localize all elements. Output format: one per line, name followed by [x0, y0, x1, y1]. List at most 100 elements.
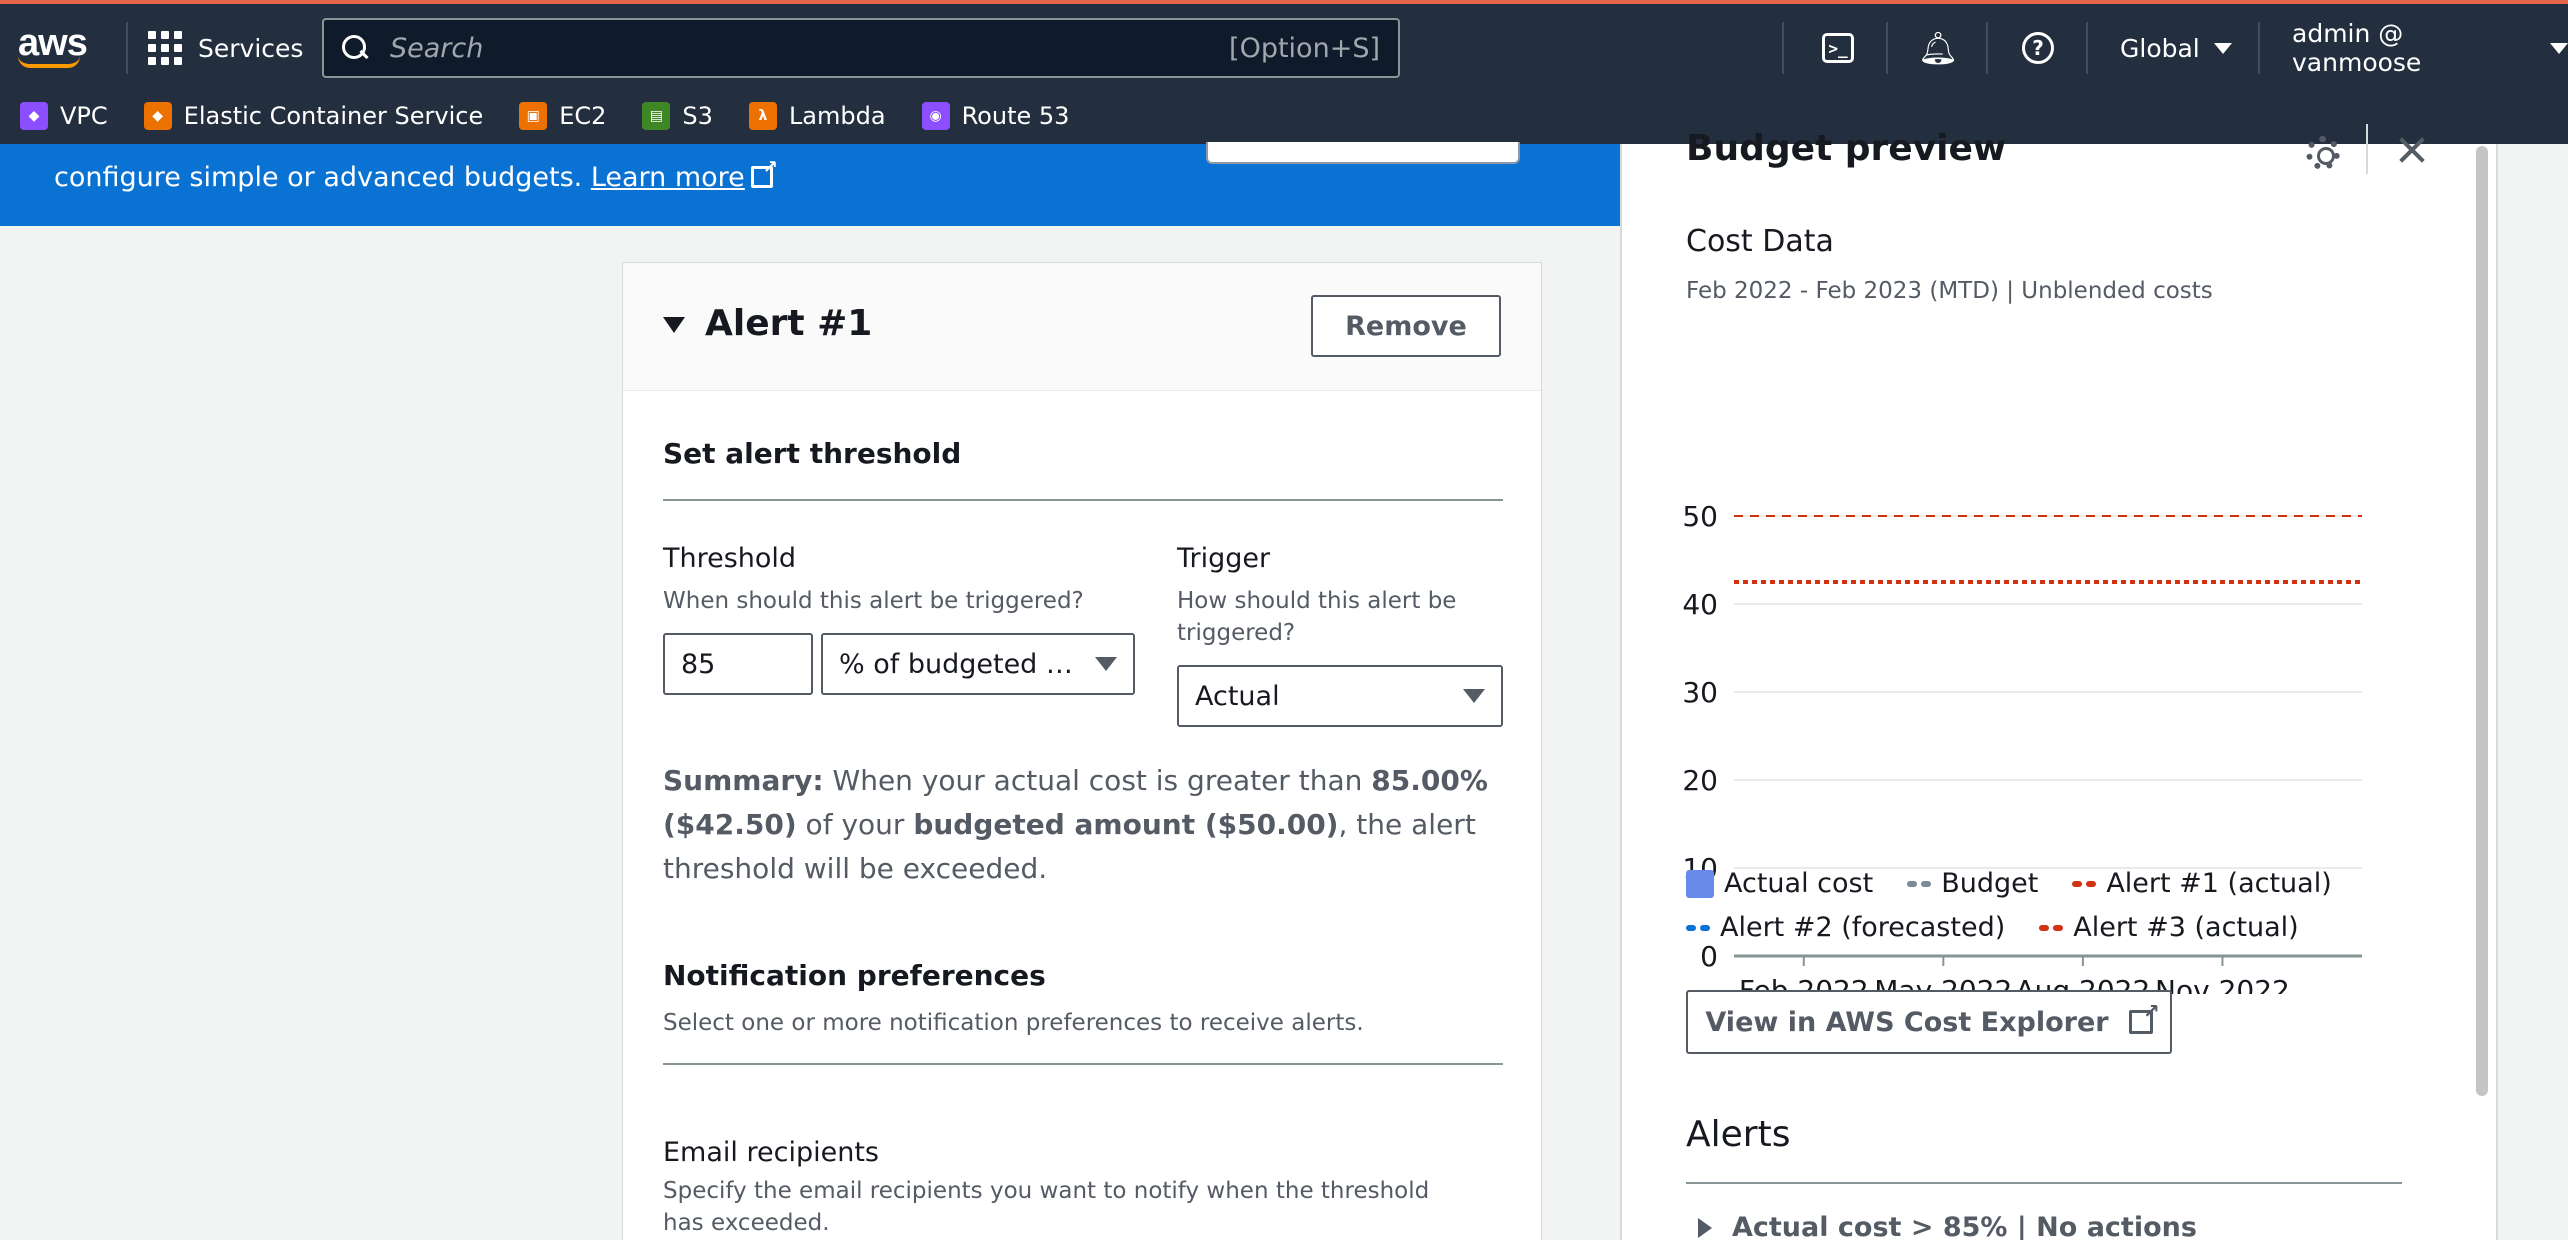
caret-down-icon: [1463, 689, 1485, 703]
vpc-icon: ◆: [20, 102, 48, 130]
account-label: admin @ vanmoose: [2292, 19, 2422, 77]
banner-input-edge[interactable]: [1206, 142, 1520, 164]
summary-label: Summary:: [663, 764, 824, 797]
threshold-description: When should this alert be triggered?: [663, 588, 1084, 614]
caret-down-icon: [1095, 657, 1117, 671]
favorite-vpc[interactable]: ◆ VPC: [20, 102, 108, 130]
banner-text: configure simple or advanced budgets. Le…: [54, 157, 778, 193]
favorite-label: S3: [682, 102, 713, 130]
ecs-icon: ◆: [143, 102, 172, 130]
caret-right-icon: [1698, 1217, 1712, 1238]
top-navigation: aws Services [Option+S] >_ 🔔︎ ? Global a…: [0, 0, 2568, 88]
search-shortcut-hint: [Option+S]: [1229, 32, 1380, 64]
legend-swatch: [2072, 880, 2097, 887]
favorite-label: Lambda: [788, 102, 886, 130]
cost-data-subtitle: Feb 2022 - Feb 2023 (MTD) | Unblended co…: [1686, 278, 2213, 304]
favorite-lambda[interactable]: λ Lambda: [748, 102, 886, 130]
legend-item-alert-3[interactable]: Alert #3 (actual): [2039, 912, 2299, 943]
ec2-icon: ▣: [519, 102, 548, 130]
lambda-icon: λ: [748, 102, 777, 130]
favorite-label: VPC: [60, 102, 108, 130]
legend-swatch: [1907, 880, 1932, 887]
remove-button[interactable]: Remove: [1311, 295, 1501, 357]
panel-scrollbar-thumb[interactable]: [2476, 146, 2488, 1096]
legend-item-alert-2[interactable]: Alert #2 (forecasted): [1686, 912, 2005, 943]
nav-divider: [2086, 22, 2088, 74]
alert-card-header: Alert #1 Remove: [623, 263, 1541, 391]
legend-label: Alert #1 (actual): [2106, 868, 2332, 899]
cloudshell-button[interactable]: >_: [1818, 28, 1858, 68]
email-recipients-description: Specify the email recipients you want to…: [663, 1178, 1430, 1236]
legend-item-actual-cost[interactable]: Actual cost: [1686, 868, 1873, 899]
trigger-description: How should this alert be triggered?: [1177, 588, 1457, 646]
search-bar[interactable]: [Option+S]: [322, 18, 1400, 78]
services-label: Services: [198, 33, 304, 63]
legend-swatch: [1686, 924, 1710, 931]
summary-text: of your: [796, 808, 914, 841]
nav-divider: [1886, 22, 1888, 74]
chart-legend-row-2: Alert #2 (forecasted) Alert #3 (actual): [1686, 912, 2299, 943]
alert-summary-row[interactable]: Actual cost > 85% | No actions: [1686, 1212, 2197, 1240]
threshold-section-title: Set alert threshold: [663, 437, 962, 470]
account-menu[interactable]: admin @ vanmoose: [2292, 19, 2568, 77]
gear-icon[interactable]: [2306, 136, 2340, 170]
favorite-s3[interactable]: ▤ S3: [642, 102, 713, 130]
nav-divider: [126, 22, 128, 74]
aws-logo-smile: [18, 56, 80, 68]
services-menu-button[interactable]: Services: [148, 26, 303, 70]
threshold-summary: Summary: When your actual cost is greate…: [663, 759, 1523, 891]
favorite-label: Route 53: [961, 102, 1070, 130]
trigger-label: Trigger: [1177, 543, 1271, 574]
threshold-unit-select[interactable]: % of budgeted …: [821, 633, 1135, 695]
summary-budget: budgeted amount ($50.00): [913, 808, 1339, 841]
help-button[interactable]: ?: [2018, 28, 2058, 68]
help-icon: ?: [2022, 32, 2054, 64]
grid-icon: [148, 31, 182, 65]
section-divider: [663, 1063, 1503, 1065]
y-tick-label: 50: [1682, 500, 1718, 533]
favorite-ec2[interactable]: ▣ EC2: [519, 102, 606, 130]
section-divider: [1686, 1182, 2402, 1184]
cost-data-title: Cost Data: [1686, 224, 1834, 259]
nav-divider: [1986, 22, 1988, 74]
y-tick-label: 30: [1682, 676, 1718, 709]
cloudshell-icon: >_: [1822, 33, 1854, 63]
search-input[interactable]: [390, 32, 1230, 64]
region-selector[interactable]: Global: [2120, 28, 2232, 68]
right-edge-strip: [2496, 144, 2568, 1240]
alert-card: Alert #1 Remove Set alert threshold Thre…: [622, 262, 1542, 1240]
nav-divider: [2258, 22, 2260, 74]
email-recipients-label: Email recipients: [663, 1137, 879, 1168]
close-icon[interactable]: [2392, 130, 2432, 170]
notification-section-title: Notification preferences: [663, 959, 1046, 992]
region-label: Global: [2120, 33, 2200, 63]
summary-text: When your actual cost is greater than: [823, 764, 1372, 797]
legend-swatch: [1686, 869, 1714, 898]
section-divider: [663, 499, 1503, 501]
favorite-route53[interactable]: ◉ Route 53: [921, 102, 1070, 130]
trigger-select[interactable]: Actual: [1177, 665, 1503, 727]
nav-divider: [1782, 22, 1784, 74]
learn-more-label: Learn more: [590, 162, 745, 193]
alert-row-label: Actual cost > 85% | No actions: [1732, 1212, 2197, 1240]
y-tick-label: 20: [1682, 764, 1718, 797]
threshold-input[interactable]: [663, 633, 813, 695]
legend-swatch: [2039, 924, 2064, 931]
threshold-label: Threshold: [663, 543, 797, 574]
banner-message: configure simple or advanced budgets.: [54, 162, 583, 193]
view-cost-explorer-button[interactable]: View in AWS Cost Explorer: [1686, 990, 2172, 1054]
alert-title[interactable]: Alert #1: [705, 303, 872, 344]
favorite-ecs[interactable]: ◆ Elastic Container Service: [143, 102, 483, 130]
learn-more-link[interactable]: Learn more: [590, 157, 778, 193]
chevron-down-icon: [2213, 42, 2232, 54]
trigger-value: Actual: [1195, 680, 1280, 712]
legend-item-alert-1[interactable]: Alert #1 (actual): [2072, 868, 2332, 899]
caret-down-icon[interactable]: [663, 317, 685, 333]
search-icon: [342, 35, 368, 61]
legend-label: Actual cost: [1724, 868, 1874, 899]
x-tick-label: Nov 2022: [2155, 974, 2290, 994]
chart-legend-row-1: Actual cost Budget Alert #1 (actual): [1686, 868, 2332, 899]
legend-item-budget[interactable]: Budget: [1907, 868, 2038, 899]
panel-title: Budget preview: [1686, 128, 2007, 169]
notifications-button[interactable]: 🔔︎: [1918, 28, 1959, 68]
